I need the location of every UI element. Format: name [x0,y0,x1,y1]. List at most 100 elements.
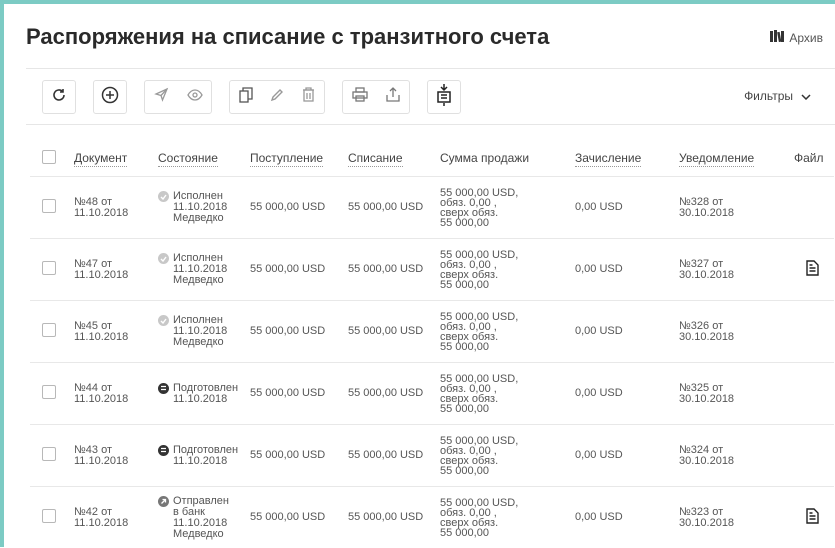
credit-cell: 0,00 USD [575,301,679,363]
check-circle-icon [158,315,169,326]
sale-amount-cell: 55 000,00 USD,обяз. 0,00 ,сверх обяз.55 … [440,363,575,425]
printer-icon [352,87,368,107]
state-cell: Исполнен11.10.2018Медведко [158,301,250,363]
state-text: Исполнен11.10.2018Медведко [173,315,227,348]
row-checkbox[interactable] [42,261,56,275]
row-checkbox[interactable] [42,447,56,461]
credit-cell: 0,00 USD [575,363,679,425]
divider [26,68,835,69]
orders-table: Документ Состояние Поступление Списание … [30,140,834,548]
check-circle-icon [158,253,169,264]
eye-icon [187,88,203,106]
archive-link[interactable]: Архив [770,30,823,45]
page-header: Распоряжения на списание с транзитного с… [26,24,835,56]
filters-dropdown[interactable]: Фильтры [744,89,811,103]
copy-button[interactable] [233,84,259,110]
notice-cell[interactable]: №327 от30.10.2018 [679,239,794,301]
document-cell[interactable]: №44 от11.10.2018 [74,363,158,425]
send-view-group [144,80,212,114]
notice-cell[interactable]: №324 от30.10.2018 [679,425,794,487]
row-checkbox[interactable] [42,385,56,399]
notice-cell[interactable]: №325 от30.10.2018 [679,363,794,425]
column-header-writeoff[interactable]: Списание [348,140,440,177]
sale-amount-cell: 55 000,00 USD,обяз. 0,00 ,сверх обяз.55 … [440,301,575,363]
state-cell: Отправленв банк11.10.2018Медведко [158,487,250,548]
row-checkbox[interactable] [42,323,56,337]
document-cell[interactable]: №43 от11.10.2018 [74,425,158,487]
edit-button[interactable] [264,84,290,110]
prepared-icon [158,445,169,456]
state-cell: Подготовлен11.10.2018 [158,425,250,487]
sent-icon [158,496,169,507]
state-text: Подготовлен11.10.2018 [173,383,238,405]
pencil-icon [270,88,284,107]
table-header-row: Документ Состояние Поступление Списание … [30,140,834,177]
state-cell: Подготовлен11.10.2018 [158,363,250,425]
column-header-state[interactable]: Состояние [158,140,250,177]
delete-button[interactable] [295,84,321,110]
document-cell[interactable]: №47 от11.10.2018 [74,239,158,301]
state-text: Отправленв банк11.10.2018Медведко [173,496,229,540]
window-frame-left [0,0,4,547]
add-button[interactable] [93,80,127,114]
view-button[interactable] [182,84,208,110]
table-row[interactable]: №48 от11.10.2018Исполнен11.10.2018Медвед… [30,177,834,239]
income-cell: 55 000,00 USD [250,301,348,363]
check-circle-icon [158,191,169,202]
trash-icon [302,87,315,107]
sale-amount-cell: 55 000,00 USD,обяз. 0,00 ,сверх обяз.55 … [440,239,575,301]
send-icon [154,87,169,107]
document-icon[interactable] [806,515,819,527]
copy-icon [239,87,253,108]
import-button[interactable] [427,80,461,114]
notice-cell[interactable]: №328 от30.10.2018 [679,177,794,239]
file-cell [794,239,834,301]
state-cell: Исполнен11.10.2018Медведко [158,239,250,301]
refresh-button[interactable] [42,80,76,114]
select-all-checkbox[interactable] [42,150,56,164]
refresh-icon [51,87,67,108]
file-cell [794,301,834,363]
table-row[interactable]: №45 от11.10.2018 Исполнен11.10.2018Медвед… [30,301,834,363]
chevron-down-icon [801,89,811,103]
writeoff-cell: 55 000,00 USD [348,177,440,239]
prepared-icon [158,383,169,394]
table-row[interactable]: №44 от11.10.2018 Подготовлен11.10.2018 55 … [30,363,834,425]
document-cell[interactable]: №45 от11.10.2018 [74,301,158,363]
row-checkbox[interactable] [42,509,56,523]
writeoff-cell: 55 000,00 USD [348,301,440,363]
column-header-sale-amount: Сумма продажи [440,140,575,177]
filters-label: Фильтры [744,89,793,103]
archive-label: Архив [789,31,823,45]
column-header-document[interactable]: Документ [74,140,158,177]
document-cell[interactable]: №48 от11.10.2018 [74,177,158,239]
state-text: Подготовлен11.10.2018 [173,445,238,467]
income-cell: 55 000,00 USD [250,177,348,239]
export-button[interactable] [380,84,406,110]
column-header-credit[interactable]: Зачисление [575,140,679,177]
column-header-income[interactable]: Поступление [250,140,348,177]
file-cell [794,487,834,548]
document-icon[interactable] [806,267,819,279]
notice-cell[interactable]: №323 от30.10.2018 [679,487,794,548]
income-cell: 55 000,00 USD [250,487,348,548]
print-button[interactable] [347,84,373,110]
sale-amount-cell: 55 000,00 USD,обяз. 0,00 ,сверх обяз.55 … [440,487,575,548]
column-header-notice[interactable]: Уведомление [679,140,794,177]
import-document-icon [435,84,453,111]
income-cell: 55 000,00 USD [250,425,348,487]
writeoff-cell: 55 000,00 USD [348,487,440,548]
notice-cell[interactable]: №326 от30.10.2018 [679,301,794,363]
send-button[interactable] [149,84,175,110]
file-cell [794,177,834,239]
table-row[interactable]: №47 от11.10.2018Исполнен11.10.2018Медвед… [30,239,834,301]
writeoff-cell: 55 000,00 USD [348,363,440,425]
document-cell[interactable]: №42 от11.10.2018 [74,487,158,548]
table-row[interactable]: №42 от11.10.2018 Отправленв банк11.10.201… [30,487,834,548]
row-checkbox[interactable] [42,199,56,213]
credit-cell: 0,00 USD [575,425,679,487]
print-export-group [342,80,410,114]
table-row[interactable]: №43 от11.10.2018 Подготовлен11.10.2018 55 … [30,425,834,487]
file-cell [794,363,834,425]
toolbar: Фильтры [42,80,835,114]
